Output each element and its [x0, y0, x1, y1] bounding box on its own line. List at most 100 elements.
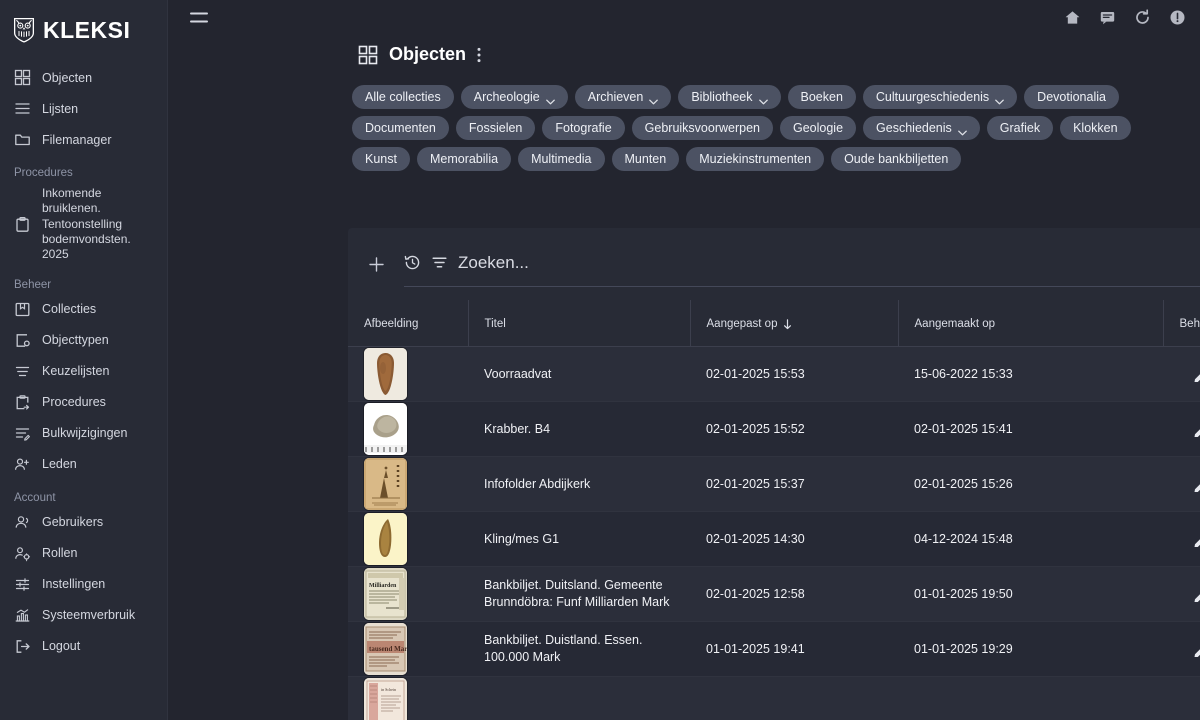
table-row[interactable]: tausend Mar Bankbiljet. Duistland. Essen.…	[348, 622, 1200, 677]
cell-aangepast-op: 01-01-2025 19:41	[690, 622, 898, 677]
filter-chip[interactable]: Archieven	[575, 85, 672, 109]
objects-panel: (CTRL + K) Afbeelding	[348, 228, 1200, 720]
filter-chip[interactable]: Memorabilia	[417, 147, 511, 171]
sidebar-item-objecten[interactable]: Objecten	[0, 62, 167, 93]
cell-titel[interactable]: Kling/mes G1	[468, 512, 690, 567]
sidebar-item-rollen[interactable]: Rollen	[0, 538, 167, 569]
column-label: Titel	[485, 318, 506, 330]
sidebar-item-objecttypen[interactable]: Objecttypen	[0, 325, 167, 356]
cell-beheer	[1163, 567, 1200, 622]
object-thumbnail[interactable]	[364, 403, 407, 455]
sidebar-section-procedures: Procedures	[0, 155, 167, 182]
column-header-titel[interactable]: Titel	[468, 300, 690, 347]
sidebar-item-collecties[interactable]: Collecties	[0, 294, 167, 325]
sidebar-item-logout[interactable]: Logout	[0, 631, 167, 662]
cell-titel[interactable]	[468, 677, 690, 720]
sidebar-item-lijsten[interactable]: Lijsten	[0, 93, 167, 124]
object-thumbnail[interactable]	[364, 458, 407, 510]
sidebar-section-beheer: Beheer	[0, 267, 167, 294]
pencil-icon[interactable]	[1193, 587, 1200, 602]
filter-chip[interactable]: Cultuurgeschiedenis	[863, 85, 1017, 109]
object-thumbnail[interactable]: in Schein	[364, 678, 407, 720]
home-icon[interactable]	[1064, 9, 1081, 26]
add-object-button[interactable]	[348, 257, 404, 272]
filter-chip[interactable]: Multimedia	[518, 147, 604, 171]
sidebar-item-keuzelijsten[interactable]: Keuzelijsten	[0, 356, 167, 387]
pencil-icon[interactable]	[1193, 477, 1200, 492]
object-thumbnail[interactable]	[364, 513, 407, 565]
brand-name: KLEKSI	[43, 19, 130, 42]
sidebar-item-label: Lijsten	[42, 101, 78, 117]
folder-icon	[14, 131, 31, 148]
pencil-icon[interactable]	[1193, 642, 1200, 657]
filter-chip[interactable]: Archeologie	[461, 85, 568, 109]
hamburger-icon[interactable]	[190, 11, 208, 24]
kebab-menu-icon[interactable]	[477, 47, 481, 63]
grid-icon	[14, 69, 31, 86]
filter-chip-label: Grafiek	[1000, 121, 1040, 135]
filter-chip[interactable]: Geologie	[780, 116, 856, 140]
message-icon[interactable]	[1099, 9, 1116, 26]
filter-chip[interactable]: Alle collecties	[352, 85, 454, 109]
object-thumbnail[interactable]: tausend Mar	[364, 623, 407, 675]
cell-titel[interactable]: Bankbiljet. Duitsland. Gemeente Brunndöb…	[468, 567, 690, 622]
column-header-aangepast-op[interactable]: Aangepast op	[690, 300, 898, 347]
alert-icon[interactable]	[1169, 9, 1186, 26]
table-row[interactable]: Infofolder Abdijkerk02-01-2025 15:3702-0…	[348, 457, 1200, 512]
history-icon[interactable]	[404, 254, 421, 271]
column-label: Aangepast op	[707, 318, 778, 330]
filter-chip[interactable]: Fotografie	[542, 116, 624, 140]
object-thumbnail[interactable]: Milliarden	[364, 568, 407, 620]
filter-chip[interactable]: Gebruiksvoorwerpen	[632, 116, 773, 140]
pencil-icon[interactable]	[1193, 422, 1200, 437]
sidebar-item-label: Bulkwijzigingen	[42, 425, 127, 441]
filter-chip[interactable]: Grafiek	[987, 116, 1053, 140]
sidebar-item-leden[interactable]: Leden	[0, 449, 167, 480]
sidebar-item-procedures[interactable]: Procedures	[0, 387, 167, 418]
sidebar-item-systeemverbruik[interactable]: Systeemverbruik	[0, 600, 167, 631]
table-row[interactable]: in Schein	[348, 677, 1200, 720]
sidebar-item-filemanager[interactable]: Filemanager	[0, 124, 167, 155]
sidebar-item-gebruikers[interactable]: Gebruikers	[0, 507, 167, 538]
filter-chip-label: Boeken	[801, 90, 843, 104]
object-thumbnail[interactable]	[364, 348, 407, 400]
filter-chip-label: Munten	[625, 152, 667, 166]
table-row[interactable]: Voorraadvat02-01-2025 15:5315-06-2022 15…	[348, 347, 1200, 402]
filter-chip[interactable]: Kunst	[352, 147, 410, 171]
filter-chip[interactable]: Klokken	[1060, 116, 1130, 140]
pencil-icon[interactable]	[1193, 532, 1200, 547]
filter-chip[interactable]: Documenten	[352, 116, 449, 140]
cell-aangemaakt-op: 01-01-2025 19:50	[898, 567, 1163, 622]
chevron-down-icon	[759, 94, 768, 100]
filter-chip[interactable]: Geschiedenis	[863, 116, 980, 140]
brand-logo[interactable]: KLEKSI	[0, 0, 167, 46]
filter-chip[interactable]: Boeken	[788, 85, 856, 109]
filter-chip[interactable]: Bibliotheek	[678, 85, 780, 109]
refresh-icon[interactable]	[1134, 9, 1151, 26]
table-row[interactable]: Milliarden Bankbiljet. Duitsland. Gemeent…	[348, 567, 1200, 622]
filter-chip[interactable]: Munten	[612, 147, 680, 171]
sidebar-item-label: Gebruikers	[42, 514, 103, 530]
cell-titel[interactable]: Bankbiljet. Duistland. Essen. 100.000 Ma…	[468, 622, 690, 677]
pencil-icon[interactable]	[1193, 367, 1200, 382]
filter-chip[interactable]: Muziekinstrumenten	[686, 147, 824, 171]
column-header-beheer[interactable]: Beheer	[1163, 300, 1200, 347]
column-header-aangemaakt-op[interactable]: Aangemaakt op	[898, 300, 1163, 347]
filter-chip[interactable]: Devotionalia	[1024, 85, 1119, 109]
filter-chip[interactable]: Fossielen	[456, 116, 536, 140]
filter-icon[interactable]	[431, 254, 448, 271]
column-header-afbeelding[interactable]: Afbeelding	[348, 300, 468, 347]
cell-titel[interactable]: Voorraadvat	[468, 347, 690, 402]
table-row[interactable]: Kling/mes G102-01-2025 14:3004-12-2024 1…	[348, 512, 1200, 567]
sidebar-item-instellingen[interactable]: Instellingen	[0, 569, 167, 600]
table-row[interactable]: Krabber. B402-01-2025 15:5202-01-2025 15…	[348, 402, 1200, 457]
cell-titel[interactable]: Infofolder Abdijkerk	[468, 457, 690, 512]
search-input[interactable]	[458, 253, 1200, 273]
sidebar-item-bulkwijzigingen[interactable]: Bulkwijzigingen	[0, 418, 167, 449]
cell-aangemaakt-op: 15-06-2022 15:33	[898, 347, 1163, 402]
chevron-down-icon	[649, 94, 658, 100]
sidebar-item-procedure-entry[interactable]: Inkomende bruiklenen. Tentoonstelling bo…	[0, 182, 167, 267]
filter-chip[interactable]: Oude bankbiljetten	[831, 147, 961, 171]
cell-titel[interactable]: Krabber. B4	[468, 402, 690, 457]
search-field[interactable]: (CTRL + K)	[404, 241, 1200, 287]
